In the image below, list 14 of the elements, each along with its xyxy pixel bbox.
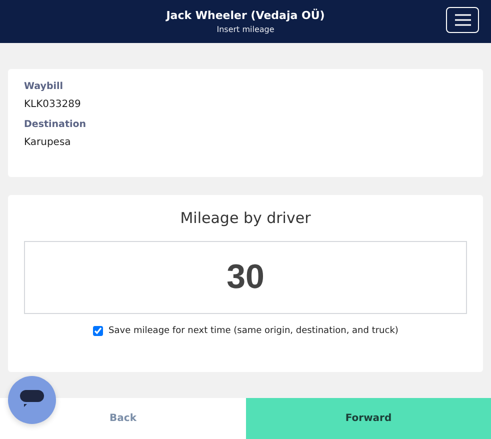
chat-button[interactable] [8,376,56,424]
mileage-title: Mileage by driver [180,209,311,227]
menu-button[interactable] [446,7,479,33]
detail-label: Destination [24,119,86,130]
mileage-input[interactable]: 30 [24,241,467,314]
save-checkbox[interactable] [92,326,103,336]
menu-icon [454,14,470,26]
detail-value: Karupesa [24,137,71,148]
header-subtitle: Insert mileage [216,25,274,34]
save-label: Save mileage for next time (same origin, destination, and truck) [108,326,398,336]
detail-value: KLK033289 [24,99,81,110]
header-title: Jack Wheeler (Vedaja OÜ) [166,9,325,22]
detail-label: Waybill [24,81,64,92]
forward-button[interactable]: Forward [246,398,491,439]
